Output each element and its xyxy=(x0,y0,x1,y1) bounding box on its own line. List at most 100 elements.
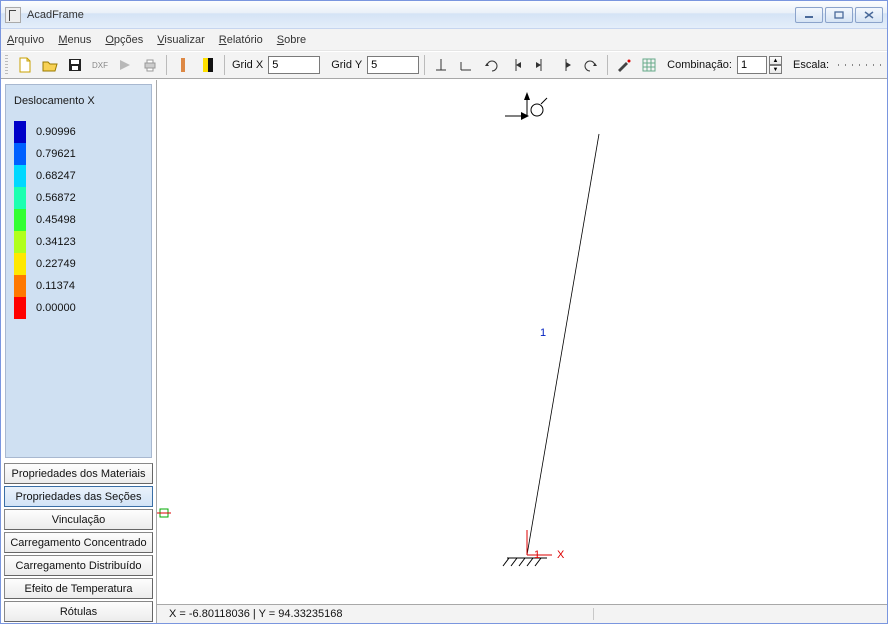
grid-toggle-button[interactable] xyxy=(638,54,660,76)
legend-row: 0.56872 xyxy=(14,187,143,209)
combo-label: Combinação: xyxy=(667,59,732,71)
toolbar-sep-3 xyxy=(424,55,425,75)
mirror-v-button[interactable] xyxy=(530,54,552,76)
legend-value: 0.00000 xyxy=(36,302,76,314)
undo-button[interactable] xyxy=(580,54,602,76)
save-button[interactable] xyxy=(64,54,86,76)
legend-swatch xyxy=(14,121,26,143)
gridx-label: Grid X xyxy=(232,59,263,71)
print-button[interactable] xyxy=(139,54,161,76)
combo-spinner: ▲ ▼ xyxy=(769,56,782,74)
menu-opcoes[interactable]: Opções xyxy=(105,34,143,46)
combo-spin-up[interactable]: ▲ xyxy=(769,56,782,65)
pen-icon xyxy=(616,58,632,72)
close-button[interactable] xyxy=(855,7,883,23)
open-folder-icon xyxy=(42,58,58,72)
toolbar-sep-1 xyxy=(166,55,167,75)
menu-relatorio[interactable]: Relatório xyxy=(219,34,263,46)
open-file-button[interactable] xyxy=(39,54,61,76)
side-btn-materiais[interactable]: Propriedades dos Materiais xyxy=(4,463,153,484)
new-file-button[interactable] xyxy=(14,54,36,76)
mirror-h-button[interactable] xyxy=(505,54,527,76)
snap-end-button[interactable] xyxy=(455,54,477,76)
legend-value: 0.68247 xyxy=(36,170,76,182)
dxf-icon: DXF xyxy=(92,61,108,70)
gridx-input[interactable] xyxy=(268,56,320,74)
legend-row: 0.34123 xyxy=(14,231,143,253)
escala-label: Escala: xyxy=(793,59,829,71)
legend-value: 0.56872 xyxy=(36,192,76,204)
grid-toggle-icon xyxy=(642,58,656,72)
axis-x-label: X xyxy=(557,549,565,561)
close-icon xyxy=(864,11,874,19)
menubar: Arquivo Menus Opções Visualizar Relatóri… xyxy=(1,29,887,51)
legend-value: 0.90996 xyxy=(36,126,76,138)
arrow-right-icon xyxy=(559,58,573,72)
mirror-h-icon xyxy=(509,58,523,72)
toolbar-grip xyxy=(5,55,8,75)
app-icon xyxy=(5,7,21,23)
status-spacer xyxy=(593,608,603,620)
gridy-input[interactable] xyxy=(367,56,419,74)
legend-value: 0.34123 xyxy=(36,236,76,248)
sidebar: Deslocamento X 0.909960.796210.682470.56… xyxy=(1,80,157,623)
arrow-right-button[interactable] xyxy=(555,54,577,76)
toolbar-sep-4 xyxy=(607,55,608,75)
snap-perp-icon xyxy=(434,58,448,72)
pen-button[interactable] xyxy=(613,54,635,76)
canvas-wrap: 1 1 X X = -6.80118036 | Y = 94.33235168 xyxy=(157,80,887,623)
side-btn-vinculacao[interactable]: Vinculação xyxy=(4,509,153,530)
legend-row: 0.90996 xyxy=(14,121,143,143)
side-btn-carga-concentrada[interactable]: Carregamento Concentrado xyxy=(4,532,153,553)
window-buttons xyxy=(795,7,883,23)
section-marker-icon xyxy=(157,506,171,520)
view-button-b[interactable] xyxy=(197,54,219,76)
run-button[interactable] xyxy=(114,54,136,76)
statusbar: X = -6.80118036 | Y = 94.33235168 xyxy=(157,604,887,623)
side-btn-temperatura[interactable]: Efeito de Temperatura xyxy=(4,578,153,599)
dxf-button[interactable]: DXF xyxy=(89,54,111,76)
legend-row: 0.22749 xyxy=(14,253,143,275)
gridy-label: Grid Y xyxy=(331,59,362,71)
legend-row: 0.45498 xyxy=(14,209,143,231)
run-icon xyxy=(118,58,132,72)
fixed-support xyxy=(503,558,547,566)
undo-icon xyxy=(584,58,598,72)
legend-row: 0.79621 xyxy=(14,143,143,165)
top-node-symbols xyxy=(505,92,547,120)
status-coords: X = -6.80118036 | Y = 94.33235168 xyxy=(163,608,343,620)
save-icon xyxy=(68,58,82,72)
view-button-a[interactable] xyxy=(172,54,194,76)
element-label-mid: 1 xyxy=(540,327,546,339)
app-window: AcadFrame Arquivo Menus Opções Visualiza… xyxy=(0,0,888,624)
legend-swatch xyxy=(14,231,26,253)
mirror-v-icon xyxy=(534,58,548,72)
legend-swatch xyxy=(14,253,26,275)
snap-perp-button[interactable] xyxy=(430,54,452,76)
maximize-button[interactable] xyxy=(825,7,853,23)
side-btn-rotulas[interactable]: Rótulas xyxy=(4,601,153,622)
combo-spin-down[interactable]: ▼ xyxy=(769,65,782,74)
legend-value: 0.11374 xyxy=(36,280,75,292)
menu-sobre[interactable]: Sobre xyxy=(277,34,306,46)
drawing-canvas[interactable]: 1 1 X xyxy=(157,80,887,604)
combo-input[interactable] xyxy=(737,56,767,74)
escala-slider[interactable] xyxy=(838,63,883,67)
menu-visualizar[interactable]: Visualizar xyxy=(157,34,205,46)
legend-swatch xyxy=(14,165,26,187)
legend-value: 0.79621 xyxy=(36,148,76,160)
main-area: Deslocamento X 0.909960.796210.682470.56… xyxy=(1,79,887,623)
structure-svg: 1 1 X xyxy=(157,80,887,600)
legend-row: 0.00000 xyxy=(14,297,143,319)
menu-menus[interactable]: Menus xyxy=(58,34,91,46)
minimize-button[interactable] xyxy=(795,7,823,23)
side-btn-secoes[interactable]: Propriedades das Seções xyxy=(4,486,153,507)
view-highlight-icon xyxy=(201,57,215,73)
legend-panel: Deslocamento X 0.909960.796210.682470.56… xyxy=(5,84,152,458)
rotate-button[interactable] xyxy=(480,54,502,76)
menu-arquivo[interactable]: Arquivo xyxy=(7,34,44,46)
side-btn-carga-distribuida[interactable]: Carregamento Distribuído xyxy=(4,555,153,576)
rotate-icon xyxy=(484,58,498,72)
legend-swatch xyxy=(14,275,26,297)
legend-swatch xyxy=(14,143,26,165)
